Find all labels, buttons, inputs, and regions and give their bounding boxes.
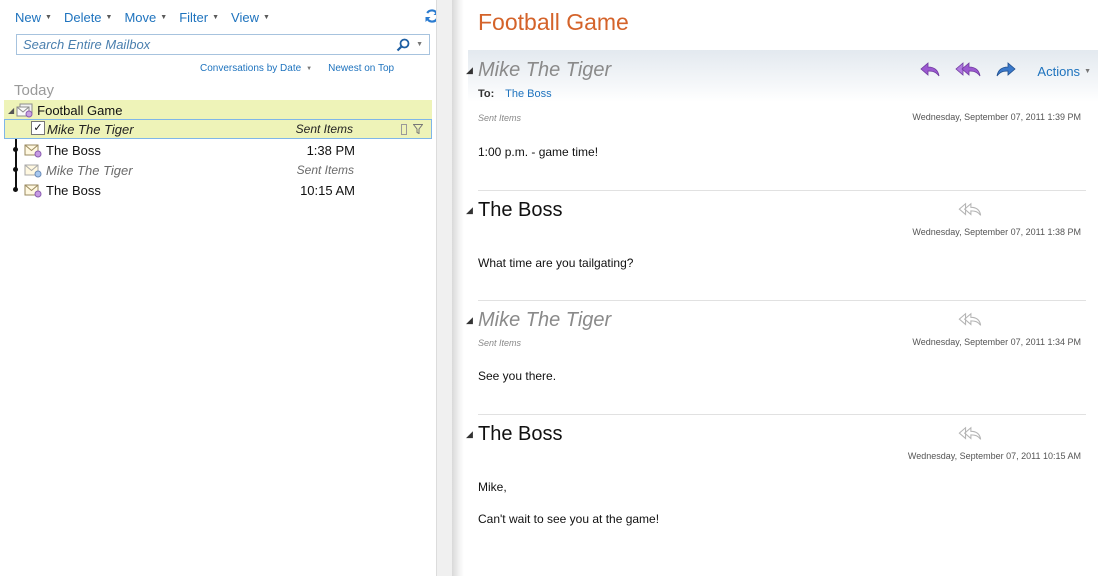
chevron-down-icon: ▼ xyxy=(306,65,313,72)
collapse-triangle-icon[interactable]: ◢ xyxy=(466,65,473,76)
folder-label: Sent Items xyxy=(478,113,522,123)
search-input[interactable] xyxy=(17,37,397,52)
chevron-down-icon: ▼ xyxy=(45,13,52,21)
reply-all-icon[interactable] xyxy=(958,202,982,218)
list-item-sender: The Boss xyxy=(46,182,101,198)
envelope-icon xyxy=(24,184,42,198)
reply-all-icon[interactable] xyxy=(958,426,982,442)
message-body-line: Mike, xyxy=(478,480,507,494)
view-button[interactable]: View ▼ xyxy=(231,10,270,25)
message-date: Wednesday, September 07, 2011 1:34 PM xyxy=(912,337,1081,347)
actions-menu-button[interactable]: Actions ▼ xyxy=(1037,64,1091,79)
message-separator xyxy=(478,190,1086,191)
move-label: Move xyxy=(124,9,157,25)
collapse-triangle-icon[interactable]: ◢ xyxy=(466,429,473,440)
list-item-meta: Sent Items xyxy=(295,122,353,136)
message-body: 1:00 p.m. - game time! xyxy=(478,145,599,159)
toolbar: New ▼ Delete ▼ Move ▼ Filter ▼ View ▼ xyxy=(15,9,282,25)
list-item-sender: Mike The Tiger xyxy=(47,121,134,137)
flag-icon[interactable] xyxy=(401,123,407,135)
reply-all-icon[interactable] xyxy=(958,312,982,328)
sort-bar: Conversations by Date ▼ Newest on Top xyxy=(200,63,394,74)
conversation-header[interactable]: ◢ Football Game xyxy=(4,100,432,120)
to-line: To: The Boss xyxy=(478,88,552,100)
message-separator xyxy=(478,414,1086,415)
reply-icon[interactable] xyxy=(919,61,941,79)
list-item[interactable]: The Boss 1:38 PM xyxy=(4,140,432,160)
list-item[interactable]: Mike The Tiger Sent Items xyxy=(4,160,432,180)
list-item-meta: Sent Items xyxy=(296,163,354,177)
pane-divider[interactable] xyxy=(452,0,464,576)
message-sender: Mike The Tiger xyxy=(478,59,612,81)
recipient-link[interactable]: The Boss xyxy=(505,88,551,100)
reading-pane: Football Game ◢ Mike The Tiger Actions ▼ … xyxy=(464,0,1101,576)
list-item-sender: Mike The Tiger xyxy=(46,162,133,178)
funnel-icon[interactable] xyxy=(413,124,423,134)
arrange-by-button[interactable]: Conversations by Date xyxy=(200,63,301,74)
collapse-triangle-icon[interactable]: ◢ xyxy=(8,106,14,115)
chevron-down-icon: ▼ xyxy=(262,13,270,21)
delete-label: Delete xyxy=(63,9,102,25)
checkbox[interactable]: ✓ xyxy=(31,121,45,135)
message-sender: The Boss xyxy=(478,423,563,445)
delete-button[interactable]: Delete ▼ xyxy=(64,10,113,25)
conversation-icon xyxy=(16,103,33,118)
message-separator xyxy=(478,300,1086,301)
message-body: What time are you tailgating? xyxy=(478,256,634,270)
message-date: Wednesday, September 07, 2011 10:15 AM xyxy=(907,451,1081,461)
search-box: ▼ xyxy=(16,34,430,55)
chevron-down-icon: ▼ xyxy=(1084,68,1091,75)
list-item-sender: The Boss xyxy=(46,142,101,158)
list-item-time: 1:38 PM xyxy=(306,142,355,158)
message-date: Wednesday, September 07, 2011 1:38 PM xyxy=(912,227,1081,237)
new-button[interactable]: New ▼ xyxy=(15,10,52,25)
list-item[interactable]: The Boss 10:15 AM xyxy=(4,180,432,200)
message-sender: Mike The Tiger xyxy=(478,309,612,331)
move-button[interactable]: Move ▼ xyxy=(124,10,167,25)
message-list-pane: New▼ Delete▼ Move▼ Filter▼ View▼ ▼ Conve… xyxy=(0,0,452,576)
view-label: View xyxy=(231,9,259,25)
collapse-triangle-icon[interactable]: ◢ xyxy=(466,315,473,326)
chevron-down-icon: ▼ xyxy=(212,13,220,21)
search-scope-chevron-icon[interactable]: ▼ xyxy=(416,41,423,48)
envelope-icon xyxy=(24,144,42,158)
group-header-today: Today xyxy=(14,82,55,99)
folder-label: Sent Items xyxy=(478,338,522,348)
chevron-down-icon: ▼ xyxy=(160,13,168,21)
envelope-icon xyxy=(24,164,42,178)
filter-label: Filter xyxy=(179,9,209,25)
list-item-selected[interactable]: ✓ Mike The Tiger Sent Items xyxy=(4,119,432,139)
search-icon[interactable] xyxy=(396,38,410,52)
conversation-title: Football Game xyxy=(37,102,123,118)
message-body-line: Can't wait to see you at the game! xyxy=(478,512,660,526)
collapse-triangle-icon[interactable]: ◢ xyxy=(466,205,473,216)
message-sender: The Boss xyxy=(478,199,563,221)
message-body: See you there. xyxy=(478,369,557,383)
reply-all-icon[interactable] xyxy=(955,61,981,79)
conversation-subject: Football Game xyxy=(478,9,629,35)
actions-label: Actions xyxy=(1037,64,1081,79)
list-scrollbar[interactable] xyxy=(436,0,452,576)
chevron-down-icon: ▼ xyxy=(105,13,113,21)
list-item-time: 10:15 AM xyxy=(300,182,355,198)
message-actions xyxy=(919,61,1031,79)
message-date: Wednesday, September 07, 2011 1:39 PM xyxy=(912,112,1081,122)
sort-order-button[interactable]: Newest on Top xyxy=(328,63,394,74)
forward-icon[interactable] xyxy=(995,61,1017,79)
to-label: To: xyxy=(478,88,495,100)
filter-button[interactable]: Filter ▼ xyxy=(179,10,219,25)
new-label: New xyxy=(15,9,42,25)
